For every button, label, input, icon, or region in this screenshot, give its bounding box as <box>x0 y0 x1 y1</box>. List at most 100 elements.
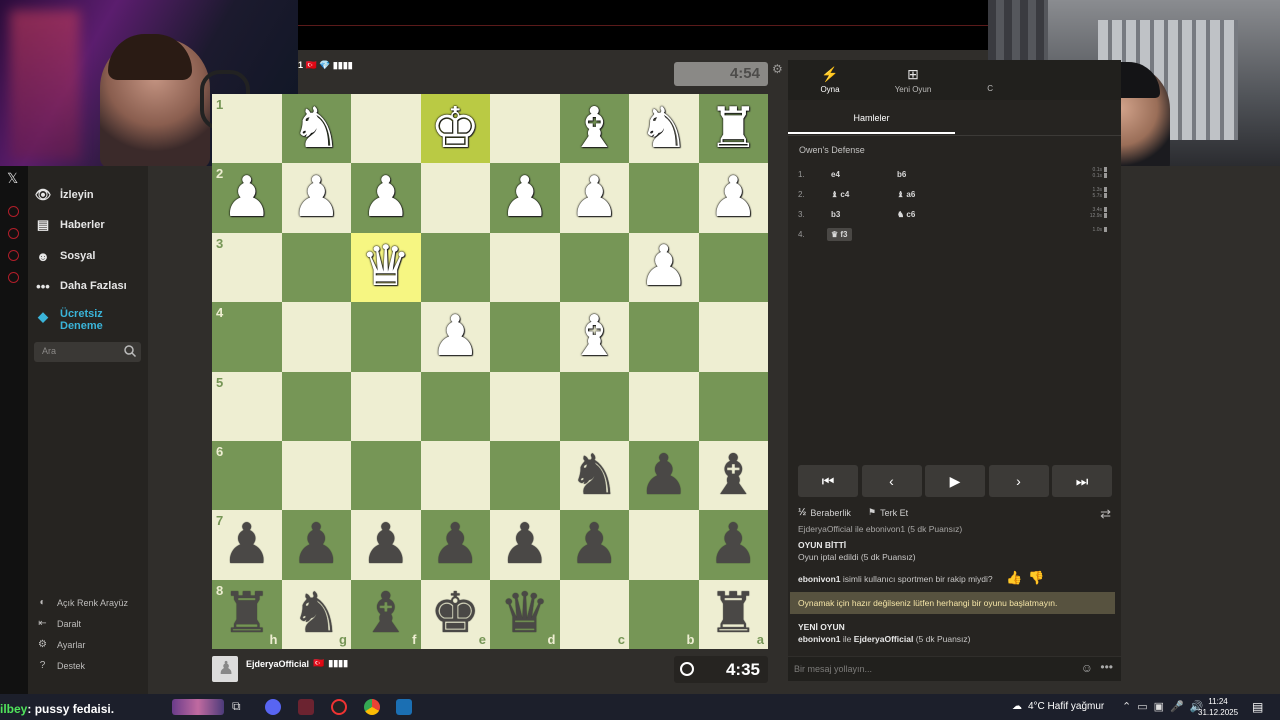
next-move-button[interactable]: › <box>988 465 1049 497</box>
square-c2[interactable]: ♟ <box>559 163 630 233</box>
square-c5[interactable] <box>559 371 629 441</box>
prev-move-button[interactable]: ‹ <box>861 465 922 497</box>
square-a1[interactable]: ♜ <box>698 94 769 164</box>
black-move[interactable]: ♞ c6 <box>897 210 915 219</box>
resign-button[interactable]: ⚑ Terk Et <box>868 507 908 518</box>
square-e4[interactable]: ♟ <box>420 302 491 372</box>
square-h4[interactable]: 4 <box>212 302 282 372</box>
square-e5[interactable] <box>420 371 490 441</box>
play-button[interactable]: ▶ <box>925 465 985 497</box>
settings-link[interactable]: ⚙ Ayarlar <box>36 638 85 651</box>
square-b4[interactable] <box>629 302 699 372</box>
tab-new-game[interactable]: ⊞ Yeni Oyun <box>873 66 953 94</box>
black-piece[interactable]: ♝ <box>699 441 769 510</box>
square-a2[interactable]: ♟ <box>698 163 769 233</box>
square-d5[interactable] <box>490 371 560 441</box>
white-piece[interactable]: ♛ <box>351 233 421 302</box>
app-thumbnail-icon[interactable] <box>172 699 224 715</box>
white-piece[interactable]: ♟ <box>282 163 352 232</box>
black-piece[interactable]: ♞ <box>282 580 352 649</box>
white-piece[interactable]: ♚ <box>421 94 491 163</box>
monitor-icon[interactable]: ▣ <box>1154 700 1164 713</box>
square-b5[interactable] <box>629 371 699 441</box>
chat-username[interactable]: EjderyaOfficial <box>854 634 914 644</box>
square-c3[interactable] <box>559 232 629 303</box>
black-move[interactable]: ♝ a6 <box>897 190 915 199</box>
square-c4[interactable]: ♝ <box>559 302 630 372</box>
square-d6[interactable] <box>490 440 560 511</box>
chevron-up-icon[interactable]: ⌃ <box>1122 700 1131 713</box>
sidebar-item-free-trial[interactable]: ◆ Ücretsiz Deneme <box>34 308 120 332</box>
black-move[interactable]: b6 <box>897 170 906 179</box>
black-piece[interactable]: ♟ <box>421 510 491 579</box>
chrome-icon[interactable] <box>364 699 380 715</box>
square-b1[interactable]: ♞ <box>629 94 699 164</box>
white-move[interactable]: e4 <box>831 170 840 179</box>
black-piece[interactable]: ♚ <box>421 580 491 649</box>
sidebar-item-social[interactable]: ☻ Sosyal <box>34 247 95 265</box>
steam-icon[interactable] <box>396 699 412 715</box>
square-d3[interactable] <box>490 232 560 303</box>
black-piece[interactable]: ♝ <box>351 580 421 649</box>
chess-board[interactable]: 1 ♞ ♚ ♝ ♞ ♜ 2 ♟ ♟ ♟ ♟ ♟ ♟ 3 ♛ ♟ 4 ♟ ♝ 5 6 ♞ ♟ ♝ 7 ♟ ♟ ♟ ♟ ♟ ♟ ♟ 8 h ♜ g ♞ f ♝ e… <box>212 94 769 650</box>
chat-username[interactable]: ebonivon1 <box>798 634 841 644</box>
square-g5[interactable] <box>281 371 351 441</box>
black-piece[interactable]: ♜ <box>212 580 282 649</box>
square-a6[interactable]: ♝ <box>698 440 769 511</box>
square-h5[interactable]: 5 <box>212 371 282 441</box>
player-name[interactable]: EjderyaOfficial <box>246 659 309 669</box>
square-h3[interactable]: 3 <box>212 232 282 303</box>
first-move-button[interactable]: ⏮ <box>798 465 858 497</box>
square-g1[interactable]: ♞ <box>281 94 352 164</box>
square-f2[interactable]: ♟ <box>351 163 421 233</box>
square-g7[interactable]: ♟ <box>281 510 352 580</box>
square-f8[interactable]: f ♝ <box>351 579 421 650</box>
black-piece[interactable]: ♟ <box>490 510 560 579</box>
square-b2[interactable] <box>629 163 699 233</box>
square-h2[interactable]: 2 ♟ <box>212 163 282 233</box>
square-g2[interactable]: ♟ <box>281 163 352 233</box>
draw-button[interactable]: ½ Beraberlik <box>798 507 851 518</box>
white-piece[interactable]: ♝ <box>560 94 630 163</box>
square-h1[interactable]: 1 <box>212 94 282 164</box>
square-e7[interactable]: ♟ <box>420 510 491 580</box>
square-g3[interactable] <box>281 232 351 303</box>
square-a5[interactable] <box>698 371 768 441</box>
square-g6[interactable] <box>281 440 351 511</box>
square-g4[interactable] <box>281 302 351 372</box>
white-move[interactable]: ♝ c4 <box>831 190 849 199</box>
network-icon[interactable]: ▭ <box>1137 700 1147 713</box>
white-piece[interactable]: ♞ <box>282 94 352 163</box>
thumbs-down-icon[interactable]: 👎 <box>1028 570 1044 586</box>
sidebar-item-news[interactable]: ▤ Haberler <box>34 216 105 234</box>
white-piece[interactable]: ♟ <box>421 302 491 371</box>
square-b3[interactable]: ♟ <box>629 232 699 303</box>
white-piece[interactable]: ♟ <box>699 163 769 232</box>
white-move[interactable]: b3 <box>831 210 840 219</box>
collapse-button[interactable]: ⇤ Daralt <box>36 617 81 630</box>
black-piece[interactable]: ♟ <box>560 510 630 579</box>
square-g8[interactable]: g ♞ <box>281 579 352 650</box>
white-piece[interactable]: ♜ <box>699 94 769 163</box>
square-h7[interactable]: 7 ♟ <box>212 510 282 580</box>
black-piece[interactable]: ♟ <box>282 510 352 579</box>
square-f4[interactable] <box>351 302 421 372</box>
white-piece[interactable]: ♟ <box>560 163 630 232</box>
chat-username[interactable]: ebonivon1 <box>798 574 841 584</box>
square-c8[interactable]: c <box>559 579 629 650</box>
black-piece[interactable]: ♛ <box>490 580 560 649</box>
square-d4[interactable] <box>490 302 560 372</box>
square-f3[interactable]: ♛ <box>351 232 421 303</box>
square-a7[interactable]: ♟ <box>698 510 768 580</box>
white-piece[interactable]: ♝ <box>560 302 630 371</box>
square-e3[interactable] <box>420 232 490 303</box>
square-b7[interactable] <box>629 510 699 580</box>
square-a4[interactable] <box>698 302 768 372</box>
square-e6[interactable] <box>420 440 490 511</box>
white-piece[interactable]: ♟ <box>212 163 282 232</box>
black-piece[interactable]: ♜ <box>699 580 769 649</box>
square-c1[interactable]: ♝ <box>559 94 630 164</box>
square-a8[interactable]: a ♜ <box>698 579 769 650</box>
white-piece[interactable]: ♟ <box>629 233 699 302</box>
white-piece[interactable]: ♟ <box>490 163 560 232</box>
